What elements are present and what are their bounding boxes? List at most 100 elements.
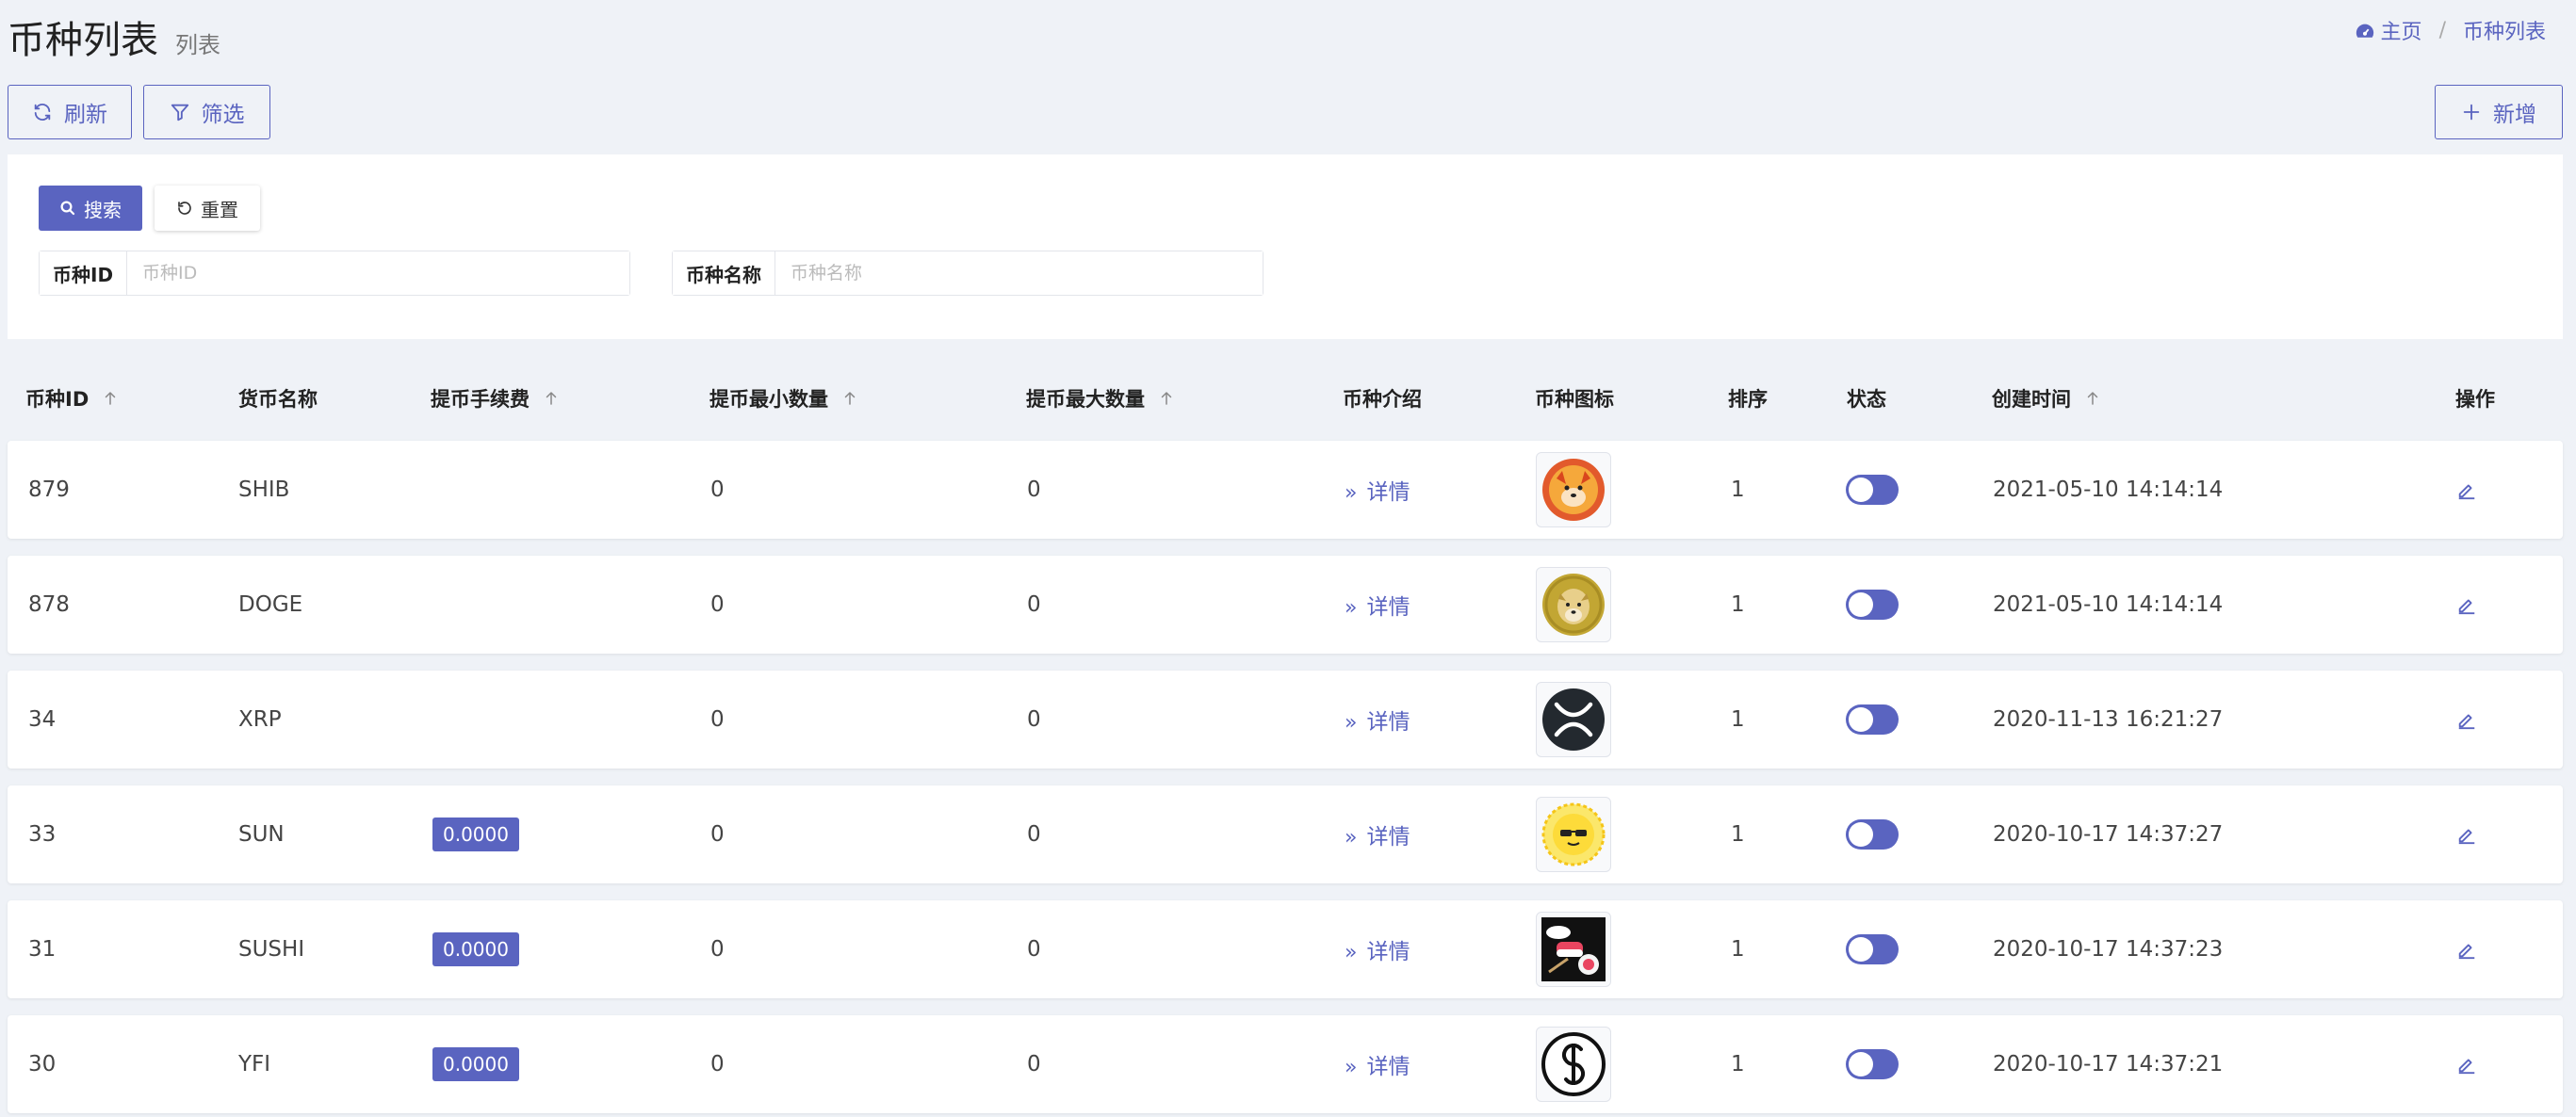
cell-sort: 1	[1731, 937, 1745, 962]
cell-sort: 1	[1731, 592, 1745, 617]
cell-sort: 1	[1731, 1052, 1745, 1077]
double-chevron-right-icon: »	[1345, 481, 1358, 505]
coin-name-label: 币种名称	[673, 251, 775, 295]
column-header-max-label: 提币最大数量	[1026, 388, 1145, 411]
add-button[interactable]: 新增	[2435, 85, 2563, 139]
search-button-label: 搜索	[84, 198, 122, 221]
cell-created: 2020-10-17 14:37:23	[1993, 937, 2224, 962]
refresh-button[interactable]: 刷新	[8, 85, 132, 139]
edit-button[interactable]	[2456, 785, 2477, 883]
double-chevron-right-icon: »	[1345, 941, 1358, 964]
column-header-status-label: 状态	[1847, 388, 1886, 411]
cell-max: 0	[1027, 478, 1041, 502]
column-header-created[interactable]: 创建时间	[1992, 384, 2101, 413]
column-header-max[interactable]: 提币最大数量	[1026, 384, 1175, 413]
search-button[interactable]: 搜索	[39, 186, 142, 231]
detail-link[interactable]: » 详情	[1345, 785, 1410, 883]
breadcrumb: 主页 / 币种列表	[2355, 15, 2546, 45]
cell-min: 0	[710, 822, 725, 847]
status-toggle[interactable]	[1846, 441, 1899, 539]
coin-id-label: 币种ID	[40, 251, 128, 295]
column-header-id[interactable]: 币种ID	[25, 384, 119, 413]
xrp-coin-icon	[1542, 688, 1605, 751]
sun-coin-icon	[1541, 802, 1606, 866]
cell-fee: 0.0000	[432, 1015, 519, 1113]
table-row: 30 YFI 0.0000 0 0 » 详情 1 2020-10-17 14:37…	[8, 1015, 2563, 1113]
cell-min: 0	[710, 707, 725, 732]
cell-icon	[1536, 900, 1611, 998]
double-chevron-right-icon: »	[1345, 596, 1358, 620]
edit-button[interactable]	[2456, 671, 2477, 769]
edit-button[interactable]	[2456, 1015, 2477, 1113]
detail-label: 详情	[1366, 1055, 1410, 1079]
cell-icon	[1536, 785, 1611, 883]
sort-arrow-up-icon	[106, 391, 116, 405]
reset-button[interactable]: 重置	[155, 186, 260, 231]
page-header: 币种列表 列表	[8, 9, 220, 64]
cell-id: 34	[28, 707, 57, 732]
cell-sort: 1	[1731, 478, 1745, 502]
cell-max: 0	[1027, 592, 1041, 617]
coin-id-input[interactable]	[127, 251, 629, 295]
status-toggle[interactable]	[1846, 556, 1899, 654]
column-header-min[interactable]: 提币最小数量	[709, 384, 858, 413]
detail-link[interactable]: » 详情	[1345, 556, 1410, 654]
detail-link[interactable]: » 详情	[1345, 1015, 1410, 1113]
breadcrumb-current[interactable]: 币种列表	[2463, 15, 2546, 45]
table-row: 33 SUN 0.0000 0 0 » 详情 1 2020-10-17 14:3…	[8, 785, 2563, 883]
edit-icon	[2458, 944, 2475, 960]
add-label: 新增	[2493, 103, 2536, 127]
detail-label: 详情	[1366, 480, 1410, 505]
status-toggle[interactable]	[1846, 900, 1899, 998]
edit-button[interactable]	[2456, 441, 2477, 539]
detail-label: 详情	[1366, 825, 1410, 850]
edit-icon	[2458, 829, 2475, 845]
breadcrumb-home[interactable]: 主页	[2355, 15, 2422, 45]
cell-name: DOGE	[238, 592, 303, 617]
column-header-status: 状态	[1847, 384, 1886, 413]
sort-arrow-up-icon	[1161, 391, 1172, 405]
sort-arrow-up-icon	[844, 391, 856, 405]
cell-created: 2020-10-17 14:37:27	[1993, 822, 2224, 847]
status-toggle[interactable]	[1846, 1015, 1899, 1113]
column-header-min-label: 提币最小数量	[709, 388, 828, 411]
edit-button[interactable]	[2456, 900, 2477, 998]
cell-max: 0	[1027, 707, 1041, 732]
column-header-fee[interactable]: 提币手续费	[431, 384, 560, 413]
cell-created: 2021-05-10 14:14:14	[1993, 478, 2224, 502]
cell-id: 30	[28, 1052, 57, 1077]
detail-link[interactable]: » 详情	[1345, 441, 1410, 539]
fee-badge: 0.0000	[432, 818, 519, 851]
table-header: 币种ID 货币名称 提币手续费 提币最小数量 提币最大数量 币种介绍 币种图标 …	[8, 373, 2563, 418]
status-toggle[interactable]	[1846, 671, 1899, 769]
table-row: 34 XRP 0 0 » 详情 1 2020-11-13 16:21:27	[8, 671, 2563, 769]
detail-link[interactable]: » 详情	[1345, 900, 1410, 998]
undo-icon	[178, 202, 191, 215]
yfi-coin-icon	[1541, 1032, 1606, 1096]
cell-id: 878	[28, 592, 70, 617]
edit-button[interactable]	[2456, 556, 2477, 654]
column-header-sort-label: 排序	[1728, 388, 1768, 411]
sort-arrow-up-icon	[2087, 391, 2098, 405]
page: 币种列表 列表 主页 / 币种列表 刷新 筛选 新增 搜索 重置 币种ID 币种…	[0, 0, 2576, 1117]
column-header-intro: 币种介绍	[1343, 384, 1422, 413]
filter-button[interactable]: 筛选	[143, 85, 270, 139]
doge-coin-icon	[1542, 574, 1605, 636]
cell-name: SUSHI	[238, 937, 305, 962]
cell-min: 0	[710, 1052, 725, 1077]
cell-name: YFI	[238, 1052, 271, 1077]
dashboard-icon	[2356, 24, 2373, 38]
status-toggle[interactable]	[1846, 785, 1899, 883]
coin-name-input[interactable]	[775, 251, 1263, 295]
column-header-id-label: 币种ID	[25, 388, 90, 411]
column-header-icon: 币种图标	[1535, 384, 1614, 413]
refresh-label: 刷新	[64, 103, 107, 127]
fee-badge: 0.0000	[432, 1047, 519, 1081]
cell-sort: 1	[1731, 822, 1745, 847]
detail-link[interactable]: » 详情	[1345, 671, 1410, 769]
cell-created: 2020-11-13 16:21:27	[1993, 707, 2224, 732]
cell-max: 0	[1027, 1052, 1041, 1077]
cell-name: XRP	[238, 707, 282, 732]
cell-id: 31	[28, 937, 57, 962]
cell-created: 2020-10-17 14:37:21	[1993, 1052, 2224, 1077]
